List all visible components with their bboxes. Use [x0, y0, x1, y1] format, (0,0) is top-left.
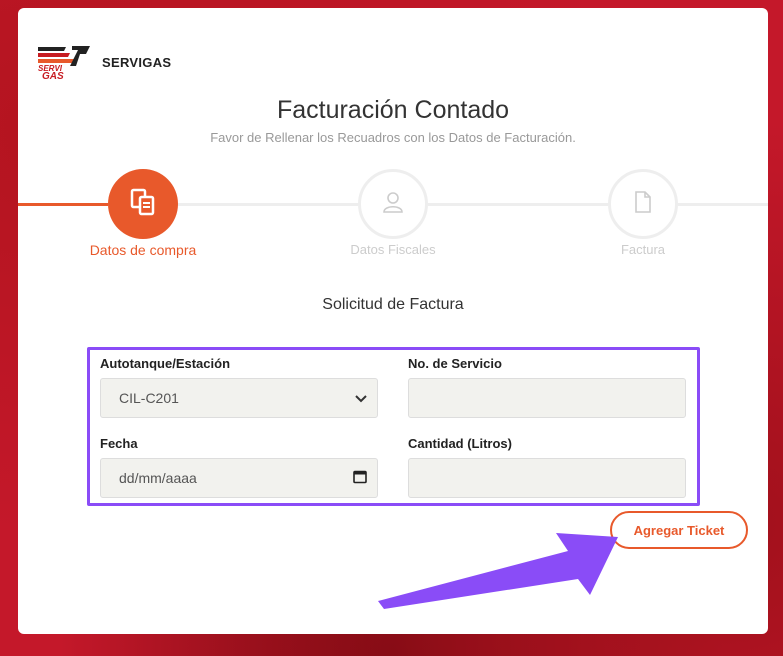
quantity-label: Cantidad (Litros) [408, 436, 512, 451]
step-label-datos-fiscales: Datos Fiscales [350, 242, 436, 257]
station-value: CIL-C201 [119, 390, 179, 406]
station-select[interactable]: CIL-C201 [100, 378, 378, 418]
brand-name: SERVIGAS [102, 54, 172, 70]
step-label-datos-de-compra: Datos de compra [89, 242, 197, 258]
step-connector [178, 203, 358, 206]
brand: SERVI GAS SERVIGAS [36, 44, 172, 82]
step-datos-fiscales[interactable] [358, 169, 428, 239]
step-connector [678, 203, 768, 206]
service-number-input[interactable] [408, 378, 686, 418]
quantity-input[interactable] [408, 458, 686, 498]
step-factura[interactable] [608, 169, 678, 239]
file-icon [634, 190, 652, 218]
calendar-icon[interactable] [353, 470, 367, 487]
invoice-card: SERVI GAS SERVIGAS Facturación Contado F… [18, 8, 768, 634]
chevron-down-icon [355, 390, 367, 406]
date-placeholder: dd/mm/aaaa [119, 470, 197, 486]
station-label: Autotanque/Estación [100, 356, 231, 371]
user-icon [382, 191, 404, 218]
date-input[interactable]: dd/mm/aaaa [100, 458, 378, 498]
step-label-factura: Factura [620, 242, 666, 257]
step-connector-active [18, 203, 108, 206]
add-ticket-button[interactable]: Agregar Ticket [610, 511, 748, 549]
section-title: Solicitud de Factura [322, 296, 464, 313]
svg-text:GAS: GAS [42, 71, 64, 80]
service-label: No. de Servicio [408, 356, 502, 371]
step-connector [428, 203, 608, 206]
step-datos-de-compra[interactable] [108, 169, 178, 239]
date-label: Fecha [100, 436, 138, 451]
page-title: Facturación Contado [276, 96, 510, 124]
copy-icon [130, 188, 156, 221]
page-subtitle: Favor de Rellenar los Recuadros con los … [210, 130, 576, 145]
annotation-arrow [378, 523, 618, 618]
purchase-form: Autotanque/Estación CIL-C201 No. de Serv… [87, 347, 700, 506]
servigas-logo: SERVI GAS [36, 44, 90, 82]
